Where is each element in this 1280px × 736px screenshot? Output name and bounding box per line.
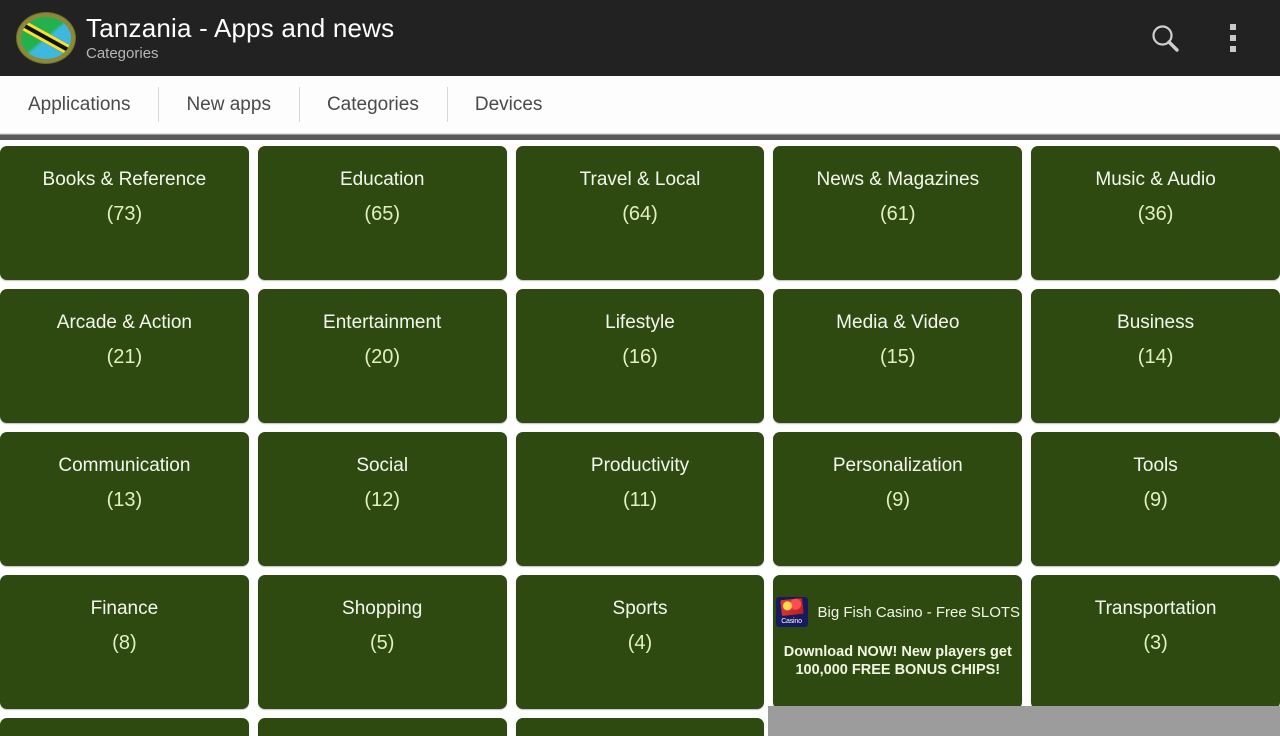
category-grid: Books & Reference (73) Education (65) Tr… — [0, 140, 1280, 736]
search-button[interactable] — [1142, 15, 1188, 61]
page-subtitle: Categories — [86, 44, 159, 62]
category-tile-media-video[interactable]: Media & Video (15) — [773, 289, 1023, 423]
tile-title: Arcade & Action — [56, 312, 192, 333]
tile-count: (36) — [1137, 203, 1174, 225]
tile-count: (21) — [106, 346, 143, 368]
tile-count: (9) — [1143, 489, 1168, 511]
category-tile-education[interactable]: Education (65) — [257, 146, 507, 280]
tile-title: Personalization — [832, 455, 963, 476]
tile-title: Travel & Local — [579, 169, 701, 190]
tile-count: (5) — [369, 632, 395, 654]
category-tile-travel-local[interactable]: Travel & Local (64) — [515, 146, 765, 280]
tab-categories[interactable]: Categories — [298, 76, 447, 133]
tab-applications[interactable]: Applications — [0, 76, 158, 133]
tile-title: Education — [339, 169, 425, 190]
overflow-dot-2 — [1230, 35, 1236, 41]
category-tile-business[interactable]: Business (14) — [1031, 289, 1280, 423]
tile-count: (64) — [622, 203, 658, 225]
tile-count: (8) — [112, 632, 137, 654]
page-title: Tanzania - Apps and news — [86, 12, 395, 43]
advertisement-tile[interactable]: Casino Big Fish Casino - Free SLOTS Down… — [773, 575, 1023, 709]
category-tile-books-reference[interactable]: Books & Reference (73) — [0, 146, 249, 280]
tab-new-apps[interactable]: New apps — [158, 76, 299, 133]
tanzania-flag-oval-icon — [16, 12, 76, 64]
tile-count: (4) — [627, 632, 653, 654]
tile-title: Media & Video — [836, 312, 960, 333]
tile-count: (16) — [622, 346, 658, 368]
tile-count: (11) — [622, 489, 658, 511]
logo-flag-stripe — [21, 17, 71, 59]
tile-count: (12) — [364, 489, 400, 511]
ad-title: Big Fish Casino - Free SLOTS — [817, 603, 1021, 621]
tab-label: Categories — [326, 93, 419, 115]
tile-count: (73) — [106, 203, 143, 225]
tile-title: Transportation — [1094, 598, 1217, 619]
tile-title: Finance — [90, 598, 159, 619]
big-fish-casino-icon: Casino — [775, 597, 808, 627]
tile-title: Business — [1117, 312, 1195, 333]
category-tile-entertainment[interactable]: Entertainment (20) — [257, 289, 507, 423]
category-tile-shopping[interactable]: Shopping (5) — [257, 575, 507, 709]
category-tile-news-magazines[interactable]: News & Magazines (61) — [773, 146, 1023, 280]
bottom-ad-banner-placeholder[interactable] — [768, 706, 1280, 736]
category-tile-personalization[interactable]: Personalization (9) — [773, 432, 1023, 566]
tile-title: Tools — [1133, 455, 1178, 476]
overflow-menu-icon[interactable] — [1230, 24, 1236, 52]
casino-icon-label: Casino — [781, 618, 802, 625]
category-tile-finance[interactable]: Finance (8) — [0, 575, 249, 709]
tile-title: Entertainment — [323, 312, 442, 333]
category-tile-tools[interactable]: Tools (9) — [1031, 432, 1280, 566]
overflow-dot-1 — [1230, 24, 1236, 30]
category-tile-transportation[interactable]: Transportation (3) — [1031, 575, 1280, 709]
category-tile-social[interactable]: Social (12) — [257, 432, 507, 566]
category-tile-partial-1[interactable] — [0, 718, 249, 736]
category-tile-partial-3[interactable] — [515, 718, 765, 736]
category-tile-lifestyle[interactable]: Lifestyle (16) — [515, 289, 765, 423]
header-actions — [1142, 15, 1266, 61]
logo-oval-ring — [16, 12, 76, 64]
header-text-block: Tanzania - Apps and news Categories — [86, 13, 1142, 64]
tile-title: Lifestyle — [605, 312, 675, 333]
category-tile-productivity[interactable]: Productivity (11) — [515, 432, 765, 566]
logo-flag-field — [21, 17, 71, 59]
tile-count: (14) — [1137, 346, 1174, 368]
tile-count: (13) — [106, 489, 143, 511]
tile-count: (15) — [880, 346, 916, 368]
app-header: Tanzania - Apps and news Categories — [0, 0, 1280, 76]
tab-label: Devices — [474, 93, 543, 115]
tab-bar: Applications New apps Categories Devices — [0, 76, 1280, 134]
tab-label: Applications — [28, 93, 131, 115]
tile-count: (9) — [885, 489, 911, 511]
tile-title: Shopping — [342, 598, 423, 619]
ad-header: Casino Big Fish Casino - Free SLOTS — [773, 597, 1022, 627]
tab-devices[interactable]: Devices — [446, 76, 571, 133]
category-tile-partial-2[interactable] — [257, 718, 507, 736]
tile-title: Productivity — [590, 455, 690, 476]
tile-count: (3) — [1143, 632, 1168, 654]
tile-count: (20) — [364, 346, 400, 368]
tile-title: Books & Reference — [42, 169, 207, 190]
ad-body-text: Download NOW! New players get 100,000 FR… — [783, 644, 1012, 678]
tile-title: Music & Audio — [1095, 169, 1216, 190]
casino-cards-graphic — [779, 597, 804, 617]
search-icon[interactable] — [1148, 21, 1182, 55]
category-tile-communication[interactable]: Communication (13) — [0, 432, 249, 566]
tile-title: Communication — [58, 455, 191, 476]
tile-title: Social — [356, 455, 409, 476]
category-tile-sports[interactable]: Sports (4) — [515, 575, 765, 709]
tab-label: New apps — [186, 93, 271, 115]
tile-title: Sports — [612, 598, 668, 619]
category-tile-arcade-action[interactable]: Arcade & Action (21) — [0, 289, 249, 423]
overflow-menu-button[interactable] — [1210, 15, 1256, 61]
tile-title: News & Magazines — [816, 169, 980, 190]
tile-count: (65) — [364, 203, 400, 225]
category-tile-music-audio[interactable]: Music & Audio (36) — [1031, 146, 1280, 280]
tile-count: (61) — [880, 203, 916, 225]
overflow-dot-3 — [1230, 46, 1236, 52]
